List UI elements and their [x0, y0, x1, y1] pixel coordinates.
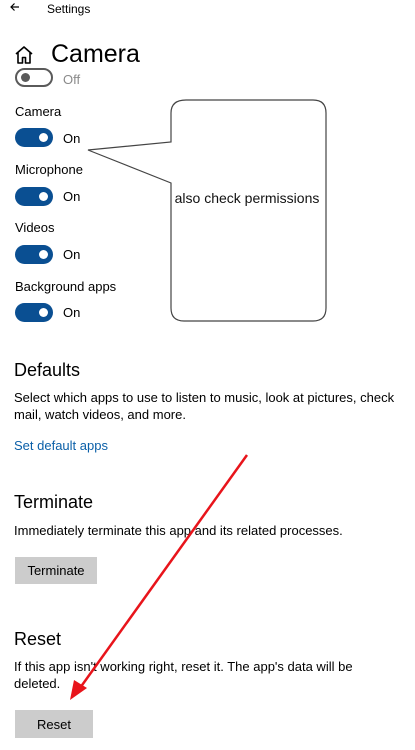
background-apps-toggle-switch[interactable]: [15, 303, 53, 322]
window-title: Settings: [47, 2, 91, 16]
red-arrow-line: [78, 454, 249, 689]
set-default-apps-link[interactable]: Set default apps: [14, 438, 108, 453]
videos-toggle-switch[interactable]: [15, 245, 53, 264]
partial-toggle-switch[interactable]: [15, 68, 53, 87]
callout-text: also check permissions: [174, 190, 320, 206]
callout-bubble: [87, 99, 327, 322]
back-arrow-icon[interactable]: [6, 0, 26, 16]
toggle-state-label: Off: [63, 72, 81, 87]
terminate-heading: Terminate: [14, 492, 94, 512]
background-apps-label: Background apps: [15, 279, 117, 294]
reset-heading: Reset: [14, 629, 62, 649]
defaults-heading: Defaults: [14, 360, 81, 380]
home-icon[interactable]: [13, 44, 35, 66]
reset-button[interactable]: Reset: [15, 710, 93, 738]
microphone-toggle-state: On: [63, 189, 81, 204]
microphone-label: Microphone: [15, 162, 83, 177]
camera-toggle-switch[interactable]: [15, 128, 53, 147]
page-title: Camera: [51, 40, 140, 68]
camera-label: Camera: [15, 104, 62, 119]
camera-toggle-state: On: [63, 131, 81, 146]
microphone-toggle-switch[interactable]: [15, 187, 53, 206]
background-apps-toggle-state: On: [63, 305, 81, 320]
videos-label: Videos: [15, 220, 55, 235]
terminate-description: Immediately terminate this app and its r…: [14, 523, 343, 538]
videos-toggle-state: On: [63, 247, 81, 262]
reset-description: If this app isn't working right, reset i…: [14, 659, 353, 691]
terminate-button[interactable]: Terminate: [15, 557, 97, 584]
defaults-description: Select which apps to use to listen to mu…: [14, 390, 395, 422]
